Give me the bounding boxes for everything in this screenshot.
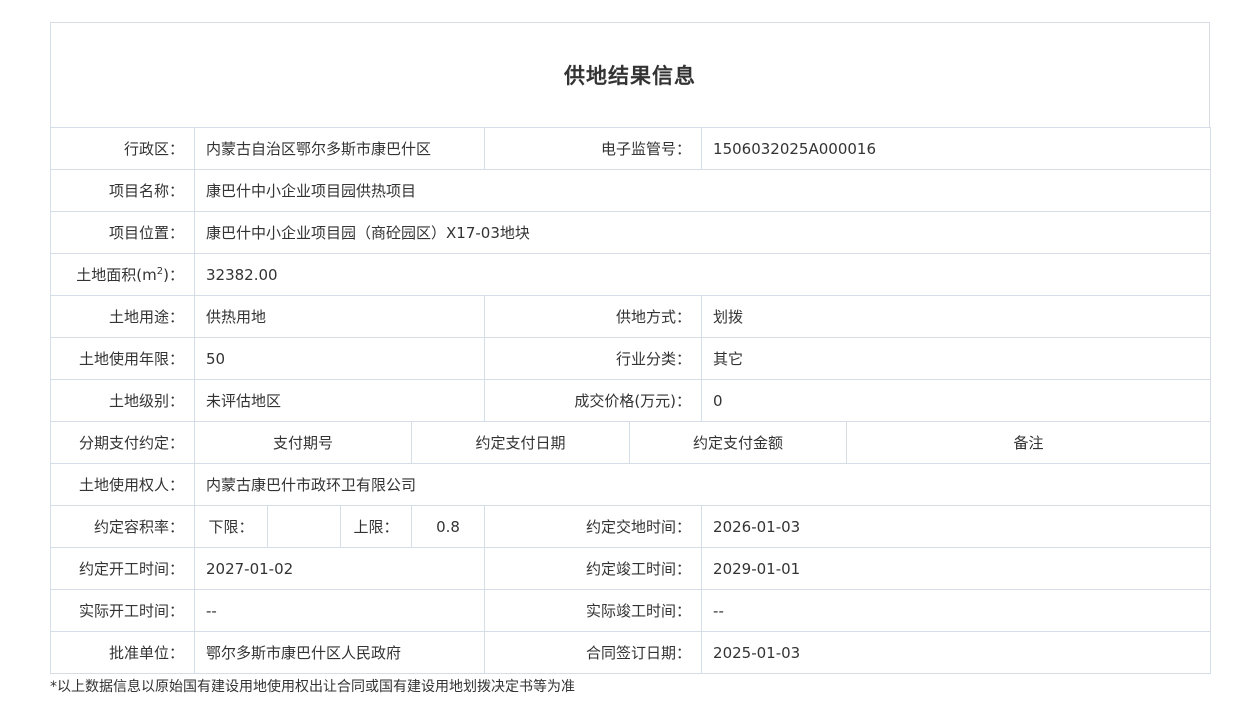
table-row: 土地使用权人： 内蒙古康巴什市政环卫有限公司 (50, 463, 1212, 506)
land-area-label: 土地面积(m2)： (50, 253, 195, 296)
installment-label: 分期支付约定： (50, 421, 195, 464)
plot-ratio-label: 约定容积率： (50, 505, 195, 548)
info-table: 行政区： 内蒙古自治区鄂尔多斯市康巴什区 电子监管号： 1506032025A0… (50, 127, 1212, 674)
approval-unit-label: 批准单位： (50, 631, 195, 674)
completion-time-value: 2029-01-01 (701, 547, 1212, 590)
title-box: 供地结果信息 (50, 22, 1210, 127)
approval-unit-value: 鄂尔多斯市康巴什区人民政府 (193, 631, 486, 674)
project-location-value: 康巴什中小企业项目园（商砼园区）X17-03地块 (193, 211, 1212, 254)
table-row: 土地面积(m2)： 32382.00 (50, 253, 1212, 296)
table-row: 项目位置： 康巴什中小企业项目园（商砼园区）X17-03地块 (50, 211, 1212, 254)
land-use-label: 土地用途： (50, 295, 195, 338)
use-term-label: 土地使用年限： (50, 337, 195, 380)
table-row: 分期支付约定： 支付期号 约定支付日期 约定支付金额 备注 (50, 421, 1212, 464)
supply-method-value: 划拨 (701, 295, 1212, 338)
table-row: 土地用途： 供热用地 供地方式： 划拨 (50, 295, 1212, 338)
page-title: 供地结果信息 (564, 64, 696, 88)
result-panel: 供地结果信息 行政区： 内蒙古自治区鄂尔多斯市康巴什区 电子监管号： 15060… (50, 22, 1212, 674)
table-row: 项目名称： 康巴什中小企业项目园供热项目 (50, 169, 1212, 212)
supply-method-label: 供地方式： (484, 295, 703, 338)
use-term-value: 50 (193, 337, 486, 380)
upper-limit-label: 上限： (340, 505, 412, 548)
installment-header-period: 支付期号 (194, 421, 412, 464)
installment-header-date: 约定支付日期 (410, 421, 631, 464)
land-area-label-prefix: 土地面积(m (76, 266, 157, 284)
actual-start-value: -- (193, 589, 486, 632)
installment-header-remark: 备注 (846, 421, 1212, 464)
actual-completion-value: -- (701, 589, 1212, 632)
table-row: 约定开工时间： 2027-01-02 约定竣工时间： 2029-01-01 (50, 547, 1212, 590)
right-holder-value: 内蒙古康巴什市政环卫有限公司 (193, 463, 1212, 506)
region-label: 行政区： (50, 127, 195, 170)
lower-limit-label: 下限： (194, 505, 268, 548)
supervision-no-label: 电子监管号： (484, 127, 703, 170)
start-time-value: 2027-01-02 (193, 547, 486, 590)
land-area-value: 32382.00 (193, 253, 1212, 296)
deal-price-value: 0 (701, 379, 1212, 422)
completion-time-label: 约定竣工时间： (484, 547, 703, 590)
project-name-value: 康巴什中小企业项目园供热项目 (193, 169, 1212, 212)
table-row: 土地级别： 未评估地区 成交价格(万元)： 0 (50, 379, 1212, 422)
land-area-label-suffix: )： (163, 266, 184, 284)
delivery-time-label: 约定交地时间： (484, 505, 703, 548)
upper-limit-value: 0.8 (410, 505, 486, 548)
land-grade-value: 未评估地区 (193, 379, 486, 422)
installment-header-amount: 约定支付金额 (629, 421, 848, 464)
right-holder-label: 土地使用权人： (50, 463, 195, 506)
industry-label: 行业分类： (484, 337, 703, 380)
deal-price-label: 成交价格(万元)： (484, 379, 703, 422)
table-row: 土地使用年限： 50 行业分类： 其它 (50, 337, 1212, 380)
contract-date-label: 合同签订日期： (484, 631, 703, 674)
lower-limit-value (267, 505, 341, 548)
industry-value: 其它 (701, 337, 1212, 380)
table-row: 实际开工时间： -- 实际竣工时间： -- (50, 589, 1212, 632)
supervision-no-value: 1506032025A000016 (701, 127, 1212, 170)
table-row: 行政区： 内蒙古自治区鄂尔多斯市康巴什区 电子监管号： 1506032025A0… (50, 127, 1212, 170)
project-location-label: 项目位置： (50, 211, 195, 254)
contract-date-value: 2025-01-03 (701, 631, 1212, 674)
table-row: 约定容积率： 下限： 上限： 0.8 约定交地时间： 2026-01-03 (50, 505, 1212, 548)
land-use-value: 供热用地 (193, 295, 486, 338)
land-grade-label: 土地级别： (50, 379, 195, 422)
footnote: *以上数据信息以原始国有建设用地使用权出让合同或国有建设用地划拨决定书等为准 (50, 679, 575, 695)
region-value: 内蒙古自治区鄂尔多斯市康巴什区 (193, 127, 486, 170)
project-name-label: 项目名称： (50, 169, 195, 212)
delivery-time-value: 2026-01-03 (701, 505, 1212, 548)
actual-completion-label: 实际竣工时间： (484, 589, 703, 632)
actual-start-label: 实际开工时间： (50, 589, 195, 632)
start-time-label: 约定开工时间： (50, 547, 195, 590)
table-row: 批准单位： 鄂尔多斯市康巴什区人民政府 合同签订日期： 2025-01-03 (50, 631, 1212, 674)
